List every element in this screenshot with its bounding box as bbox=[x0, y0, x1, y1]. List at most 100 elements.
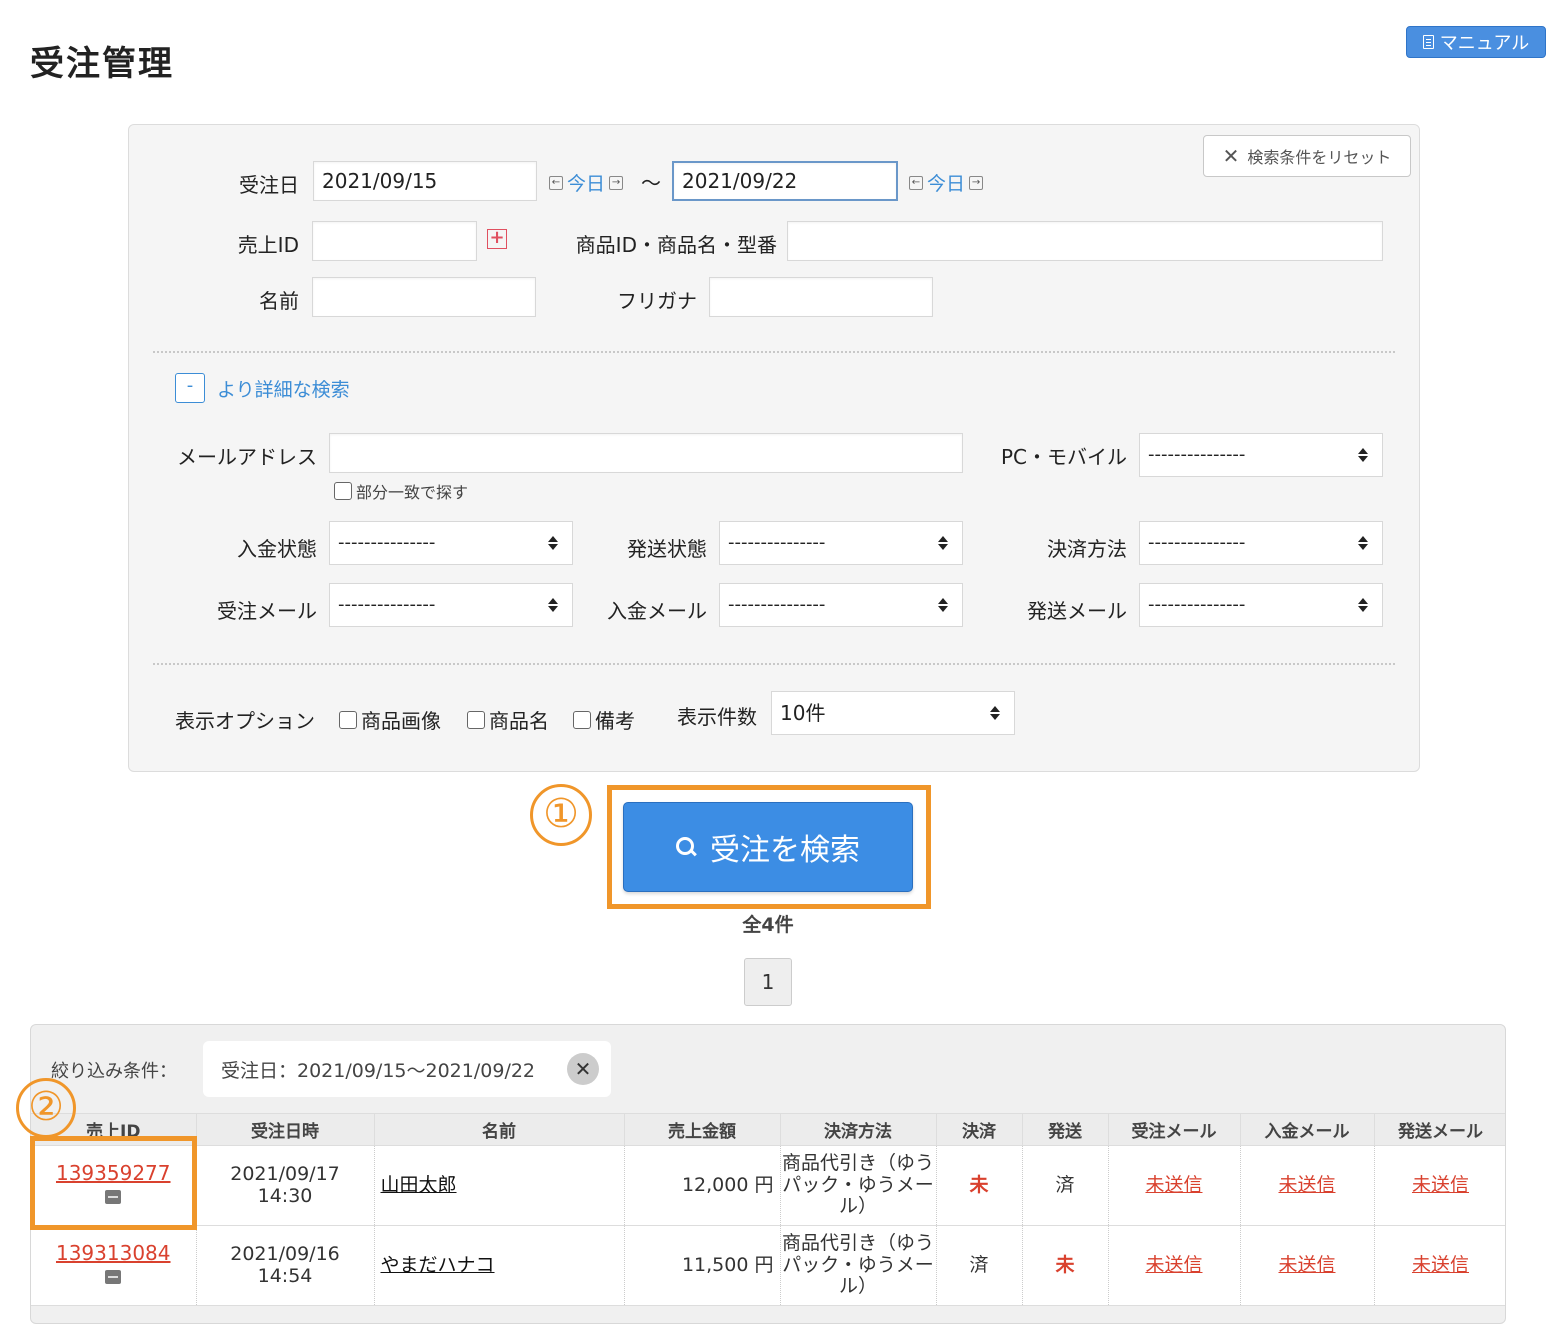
today-to-link[interactable]: 今日 bbox=[927, 169, 965, 196]
checkbox[interactable] bbox=[467, 710, 485, 729]
table-row: 139313084 2021/09/16 14:54 やまだハナコ 11,500… bbox=[31, 1225, 1505, 1306]
sales-id-cell: 139313084 bbox=[31, 1225, 197, 1306]
option-name-label: 商品名 bbox=[489, 709, 549, 733]
checkbox[interactable] bbox=[334, 482, 352, 500]
search-icon bbox=[676, 837, 696, 857]
shipped-status: 済 bbox=[1055, 1173, 1075, 1196]
payment-mail-select[interactable]: --------------- bbox=[719, 583, 963, 627]
collapse-icon[interactable] bbox=[105, 1269, 122, 1284]
reset-label: 検索条件をリセット bbox=[1247, 148, 1392, 167]
option-name-checkbox[interactable]: 商品名 bbox=[467, 705, 549, 734]
option-image-checkbox[interactable]: 商品画像 bbox=[339, 705, 441, 734]
option-note-checkbox[interactable]: 備考 bbox=[573, 705, 635, 734]
customer-name-link[interactable]: やまだハナコ bbox=[381, 1254, 495, 1276]
column-header[interactable]: 名前 bbox=[374, 1113, 625, 1146]
column-header[interactable]: 発送メール bbox=[1374, 1113, 1505, 1146]
close-icon: ✕ bbox=[1222, 144, 1240, 168]
order-mail-link[interactable]: 未送信 bbox=[1145, 1254, 1202, 1276]
date-from-input[interactable]: 2021/09/15 bbox=[313, 161, 537, 201]
select-arrows-icon bbox=[938, 596, 948, 614]
payment-mail-cell: 未送信 bbox=[1240, 1145, 1375, 1226]
checkbox[interactable] bbox=[339, 710, 357, 729]
next-day-icon[interactable]: → bbox=[609, 175, 624, 190]
pagination-page-1[interactable]: 1 bbox=[744, 958, 792, 1006]
payment-mail-link[interactable]: 未送信 bbox=[1278, 1174, 1335, 1196]
today-from-link[interactable]: 今日 bbox=[567, 169, 605, 196]
order-date: 2021/09/17 bbox=[230, 1162, 340, 1185]
step-1-annotation: ① bbox=[530, 784, 592, 846]
shipped-status-cell: 未 bbox=[1022, 1225, 1109, 1306]
manual-label: マニュアル bbox=[1439, 33, 1530, 54]
collapse-icon[interactable]: - bbox=[175, 373, 205, 403]
next-day-icon[interactable]: → bbox=[969, 175, 984, 190]
email-label: メールアドレス bbox=[177, 445, 317, 469]
per-page-select[interactable]: 10件 bbox=[771, 691, 1015, 735]
select-arrows-icon bbox=[1358, 446, 1368, 464]
payment-status-label: 入金状態 bbox=[237, 537, 317, 561]
payment-method-label: 決済方法 bbox=[1047, 537, 1127, 561]
today-to-group: ← 今日 → bbox=[909, 169, 984, 196]
product-label: 商品ID・商品名・型番 bbox=[575, 233, 777, 257]
shipping-mail-select[interactable]: --------------- bbox=[1139, 583, 1383, 627]
column-header[interactable]: 受注日時 bbox=[196, 1113, 375, 1146]
select-arrows-icon bbox=[990, 704, 1000, 722]
remove-filter-icon[interactable]: ✕ bbox=[567, 1053, 599, 1085]
column-header[interactable]: 決済方法 bbox=[780, 1113, 937, 1146]
sales-id-input[interactable] bbox=[312, 221, 477, 261]
column-header[interactable]: 入金メール bbox=[1240, 1113, 1375, 1146]
payment-status-select[interactable]: --------------- bbox=[329, 521, 573, 565]
prev-day-icon[interactable]: ← bbox=[909, 175, 923, 190]
shipping-mail-value: --------------- bbox=[1148, 594, 1246, 615]
per-page-label: 表示件数 bbox=[677, 705, 757, 729]
name-cell: やまだハナコ bbox=[374, 1225, 625, 1306]
divider bbox=[153, 663, 1395, 665]
shipping-mail-link[interactable]: 未送信 bbox=[1412, 1254, 1469, 1276]
order-mail-link[interactable]: 未送信 bbox=[1145, 1174, 1202, 1196]
device-select[interactable]: --------------- bbox=[1139, 433, 1383, 477]
table-row: 139359277 2021/09/17 14:30 山田太郎 12,000 円… bbox=[31, 1145, 1505, 1226]
column-header[interactable]: 発送 bbox=[1022, 1113, 1109, 1146]
name-input[interactable] bbox=[312, 277, 536, 317]
payment-method-select[interactable]: --------------- bbox=[1139, 521, 1383, 565]
detail-search-toggle[interactable]: より詳細な検索 bbox=[217, 375, 350, 402]
order-date-label: 受注日 bbox=[239, 173, 299, 197]
sales-id-label: 売上ID bbox=[237, 233, 299, 257]
payment-method-value: --------------- bbox=[1148, 532, 1246, 553]
order-time: 14:30 bbox=[257, 1184, 313, 1207]
partial-match-checkbox[interactable]: 部分一致で探す bbox=[334, 479, 468, 503]
plus-icon[interactable]: + bbox=[487, 229, 507, 249]
sales-id-link[interactable]: 139313084 bbox=[56, 1241, 171, 1265]
partial-match-label: 部分一致で探す bbox=[356, 483, 469, 502]
order-mail-select[interactable]: --------------- bbox=[329, 583, 573, 627]
device-label: PC・モバイル bbox=[1000, 445, 1127, 469]
column-header[interactable]: 売上金額 bbox=[624, 1113, 781, 1146]
checkbox[interactable] bbox=[573, 710, 591, 729]
sales-id-highlight bbox=[30, 1136, 197, 1230]
paid-status: 済 bbox=[969, 1253, 989, 1276]
column-header[interactable]: 決済 bbox=[936, 1113, 1023, 1146]
email-input[interactable] bbox=[329, 433, 963, 473]
shipped-status: 未 bbox=[1055, 1253, 1075, 1276]
divider bbox=[153, 351, 1395, 353]
prev-day-icon[interactable]: ← bbox=[549, 175, 563, 190]
date-to-input[interactable]: 2021/09/22 bbox=[672, 161, 898, 201]
customer-name-link[interactable]: 山田太郎 bbox=[381, 1174, 457, 1196]
search-orders-button[interactable]: 受注を検索 bbox=[623, 802, 913, 892]
payment-mail-link[interactable]: 未送信 bbox=[1278, 1254, 1335, 1276]
document-icon bbox=[1422, 35, 1434, 49]
shipped-status-cell: 済 bbox=[1022, 1145, 1109, 1226]
option-note-label: 備考 bbox=[595, 709, 635, 733]
column-header[interactable]: 受注メール bbox=[1108, 1113, 1241, 1146]
manual-button[interactable]: マニュアル bbox=[1406, 26, 1546, 58]
product-input[interactable] bbox=[787, 221, 1383, 261]
reset-search-button[interactable]: ✕ 検索条件をリセット bbox=[1203, 135, 1411, 177]
name-label: 名前 bbox=[259, 289, 299, 313]
shipping-status-select[interactable]: --------------- bbox=[719, 521, 963, 565]
order-datetime-cell: 2021/09/16 14:54 bbox=[196, 1225, 375, 1306]
paid-status-cell: 未 bbox=[936, 1145, 1023, 1226]
kana-input[interactable] bbox=[709, 277, 933, 317]
select-arrows-icon bbox=[1358, 534, 1368, 552]
payment-method-cell: 商品代引き（ゆうパック・ゆうメール） bbox=[780, 1145, 937, 1226]
shipping-mail-link[interactable]: 未送信 bbox=[1412, 1174, 1469, 1196]
shipping-mail-cell: 未送信 bbox=[1374, 1145, 1505, 1226]
